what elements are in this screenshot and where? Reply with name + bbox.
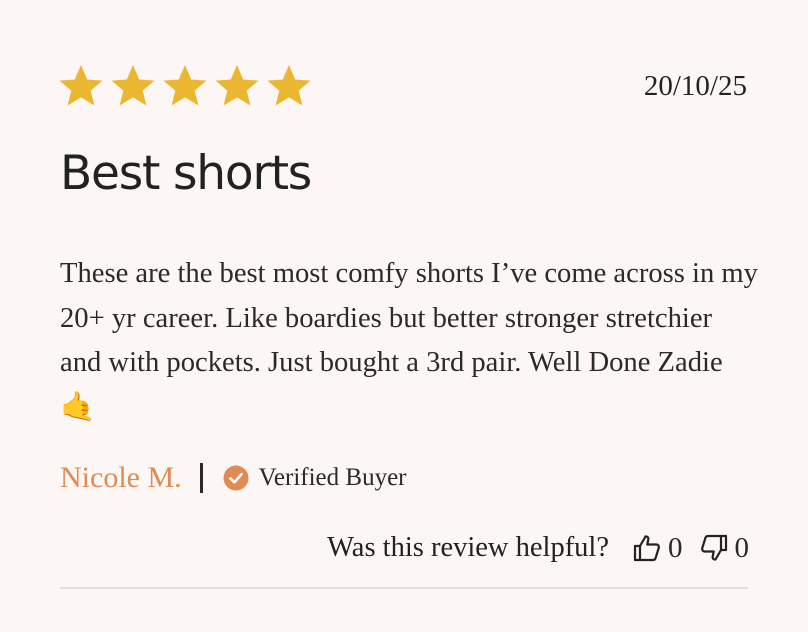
review-card: 20/10/25 Best shorts These are the best …	[0, 0, 808, 632]
review-body: These are the best most comfy shorts I’v…	[60, 258, 758, 423]
helpful-row: Was this review helpful? 0 0	[327, 526, 749, 570]
bottom-divider	[60, 587, 748, 589]
check-circle-icon	[223, 465, 249, 491]
star-icon	[163, 65, 207, 106]
thumbs-down-icon	[700, 534, 727, 561]
downvote-button[interactable]: 0	[698, 531, 750, 565]
star-icon	[267, 65, 311, 106]
review-author: Nicole M.	[60, 461, 182, 494]
divider-bar	[199, 463, 203, 493]
thumbs-up-icon	[633, 535, 660, 562]
upvote-button[interactable]: 0	[631, 532, 683, 565]
upvote-count: 0	[668, 531, 683, 564]
helpful-question: Was this review helpful?	[327, 532, 609, 563]
downvote-count: 0	[734, 531, 750, 564]
verified-badge: Verified Buyer	[223, 464, 407, 492]
verified-label: Verified Buyer	[258, 464, 407, 491]
review-author-row: Nicole M. Verified Buyer	[60, 456, 407, 500]
review-date: 20/10/25	[643, 70, 747, 102]
review-title: Best shorts	[60, 146, 312, 201]
star-icon	[59, 65, 103, 106]
star-rating	[57, 62, 313, 110]
star-icon	[215, 65, 259, 106]
star-icon	[111, 65, 155, 106]
